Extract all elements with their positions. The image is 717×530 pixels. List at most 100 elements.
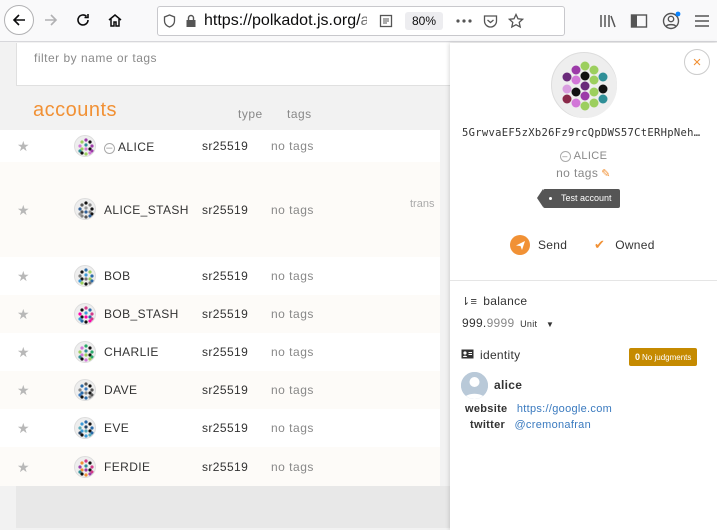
favorite-star-icon[interactable]: ★ — [17, 306, 30, 323]
favorite-star-icon[interactable]: ★ — [17, 420, 30, 437]
twitter-label: twitter — [470, 419, 506, 431]
favorite-star-icon[interactable]: ★ — [17, 268, 30, 285]
library-icon[interactable] — [596, 8, 620, 34]
balance-value[interactable]: 999.9999 Unit ▼ — [462, 316, 554, 330]
bookmark-star-icon[interactable] — [505, 7, 527, 35]
tags-text: no tags — [556, 166, 599, 180]
account-type: sr25519 — [202, 383, 249, 397]
table-row[interactable]: ★ CHARLIE sr25519 no tags — [0, 333, 440, 371]
send-label: Send — [538, 238, 568, 252]
favorite-star-icon[interactable]: ★ — [17, 138, 30, 155]
test-account-badge: Test account — [537, 189, 620, 208]
edit-tags-icon[interactable]: ✎ — [601, 168, 611, 180]
balance-unit: Unit — [520, 319, 538, 329]
favorite-star-icon[interactable]: ★ — [17, 344, 30, 361]
account-name: DAVE — [104, 383, 138, 397]
account-name: FERDIE — [104, 460, 151, 474]
table-row[interactable]: ★ – ALICE sr25519 no tags — [0, 130, 440, 162]
account-type: sr25519 — [202, 139, 249, 153]
account-address[interactable]: 5GrwvaEF5zXb26Fz9rcQpDWS57CtERHpNeh… — [462, 127, 706, 139]
account-tags: no tags — [271, 421, 314, 435]
balance-section-header: ⇂≡ balance — [461, 294, 527, 308]
identicon-avatar[interactable] — [74, 198, 96, 220]
account-type: sr25519 — [202, 269, 249, 283]
filter-input[interactable] — [17, 43, 317, 65]
url-bar[interactable]: https://polkadot.js.org/apps 80% — [157, 6, 565, 36]
account-tags: no tags — [271, 139, 314, 153]
identicon-large[interactable] — [551, 52, 617, 118]
reload-button[interactable] — [69, 6, 97, 34]
identicon-icon — [78, 420, 94, 438]
identicon-avatar[interactable] — [74, 341, 96, 363]
close-button[interactable]: × — [684, 49, 710, 75]
balance-decimal: 9999 — [486, 316, 515, 330]
identicon-avatar[interactable] — [74, 379, 96, 401]
favorite-star-icon[interactable]: ★ — [17, 382, 30, 399]
tracking-shield-icon[interactable] — [158, 7, 180, 35]
row-extra-text: trans — [410, 198, 435, 210]
identity-display-name: alice — [494, 378, 523, 392]
favorite-star-icon[interactable]: ★ — [17, 202, 30, 219]
column-type-header: type — [238, 107, 263, 121]
account-tags: no tags — [271, 345, 314, 359]
more-actions-icon[interactable] — [453, 7, 475, 35]
menu-icon[interactable] — [690, 8, 714, 34]
url-text[interactable]: https://polkadot.js.org/apps — [204, 12, 367, 30]
sidebar-toggle-icon[interactable] — [627, 8, 651, 34]
accounts-table: accounts type tags — [16, 95, 456, 135]
lock-icon[interactable] — [180, 7, 202, 35]
website-link[interactable]: https://google.com — [517, 403, 612, 415]
identicon-icon — [78, 268, 94, 286]
back-arrow-icon — [12, 14, 25, 26]
twitter-row: twitter @cremonafran — [470, 419, 591, 431]
account-type: sr25519 — [202, 421, 249, 435]
zoom-level[interactable]: 80% — [405, 12, 444, 30]
identicon-avatar[interactable] — [74, 135, 96, 157]
table-row[interactable]: ★ BOB sr25519 no tags — [0, 257, 440, 295]
account-name: BOB_STASH — [104, 307, 179, 321]
send-icon — [510, 235, 530, 255]
pocket-icon[interactable] — [479, 7, 501, 35]
forward-arrow-icon — [45, 14, 58, 26]
account-type: sr25519 — [202, 460, 249, 474]
table-row[interactable]: ★ BOB_STASH sr25519 no tags — [0, 295, 440, 333]
identicon-icon — [78, 201, 94, 219]
chevron-down-icon[interactable]: ▼ — [546, 320, 554, 329]
home-button[interactable] — [101, 6, 129, 34]
table-row[interactable]: ★ ALICE_STASH sr25519 no tags trans — [0, 162, 440, 257]
forward-button[interactable] — [37, 6, 65, 34]
table-row[interactable]: ★ EVE sr25519 no tags — [0, 409, 440, 447]
favorite-star-icon[interactable]: ★ — [17, 459, 30, 476]
account-name-cell: – ALICE — [104, 140, 155, 154]
website-row: website https://google.com — [465, 403, 612, 415]
twitter-link[interactable]: @cremonafran — [514, 419, 591, 431]
identicon-icon — [78, 138, 94, 156]
identicon-avatar[interactable] — [74, 265, 96, 287]
judgments-badge: 0 No judgments — [629, 348, 698, 366]
identicon-icon — [78, 382, 94, 400]
account-tags: no tags — [271, 203, 314, 217]
identity-none-icon: – — [104, 143, 115, 154]
account-name: BOB — [104, 269, 131, 283]
identicon-avatar[interactable] — [74, 456, 96, 478]
account-tags: no tags — [271, 269, 314, 283]
identicon-avatar[interactable] — [74, 417, 96, 439]
home-icon — [108, 14, 122, 27]
owned-indicator: ✔ Owned — [594, 237, 655, 253]
reader-view-icon[interactable] — [375, 7, 397, 35]
account-tags: no tags — [271, 460, 314, 474]
send-button[interactable]: Send — [510, 235, 567, 255]
table-row[interactable]: ★ FERDIE sr25519 no tags — [0, 447, 440, 486]
account-tags-display: no tags ✎ — [450, 166, 717, 180]
table-row[interactable]: ★ DAVE sr25519 no tags — [0, 371, 440, 409]
owned-label: Owned — [615, 238, 655, 252]
balance-integer: 999. — [462, 316, 487, 330]
avatar — [461, 372, 488, 399]
account-type: sr25519 — [202, 307, 249, 321]
back-button[interactable] — [4, 5, 34, 35]
identity-none-icon: – — [559, 151, 571, 162]
accounts-title: accounts — [33, 99, 118, 121]
identicon-avatar[interactable] — [74, 303, 96, 325]
account-icon[interactable] — [659, 8, 683, 34]
filter-container — [16, 43, 456, 86]
